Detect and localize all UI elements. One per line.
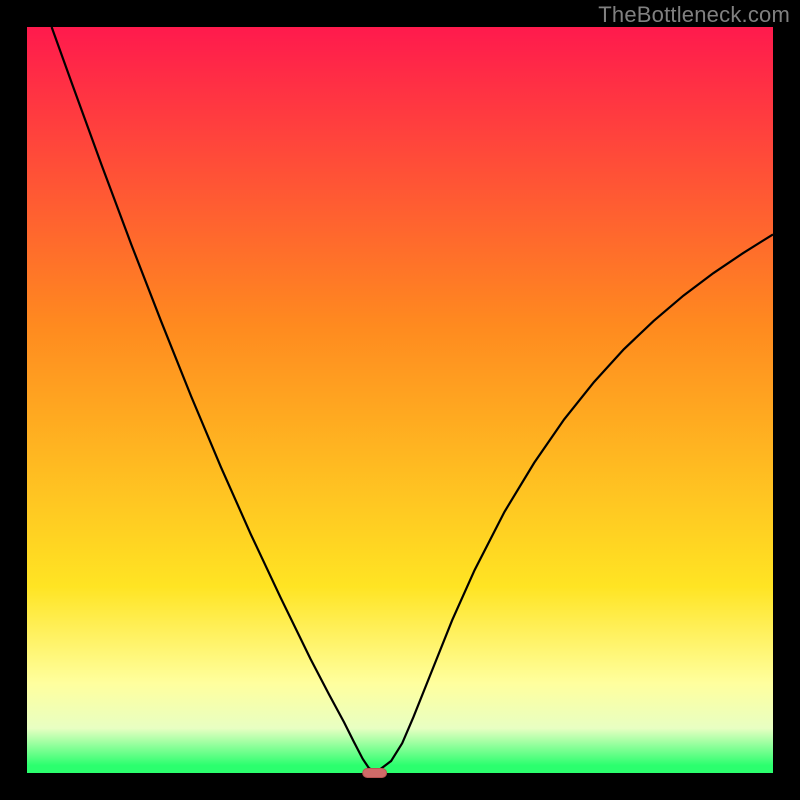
chart-gradient-background <box>27 27 773 773</box>
chart-frame: TheBottleneck.com <box>0 0 800 800</box>
optimal-marker <box>363 769 387 778</box>
bottleneck-chart <box>0 0 800 800</box>
watermark-text: TheBottleneck.com <box>598 2 790 28</box>
